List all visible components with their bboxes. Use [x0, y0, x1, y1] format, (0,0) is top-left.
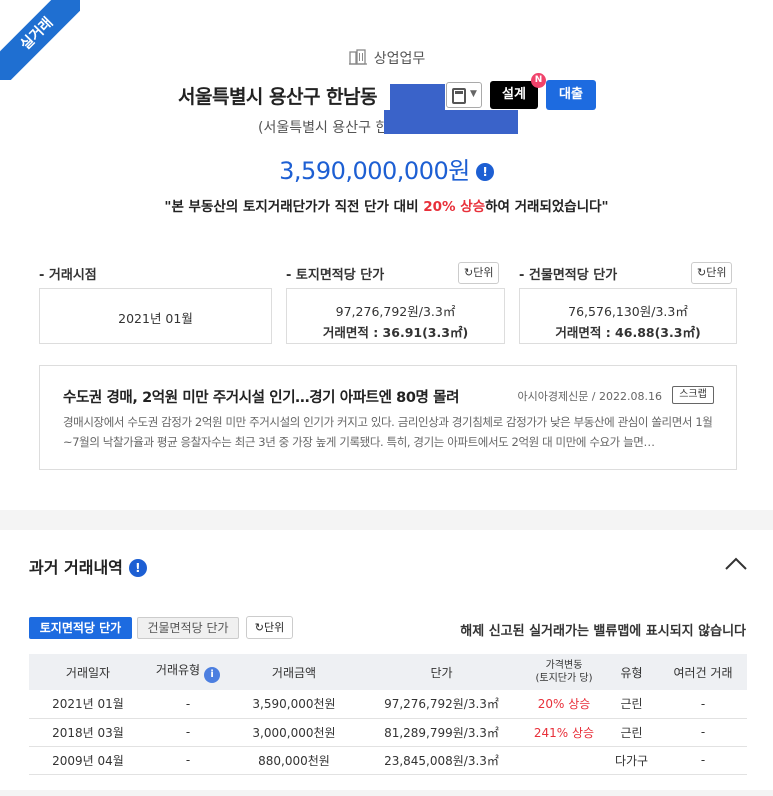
chevron-up-icon[interactable]: [724, 556, 748, 572]
trade-time-box: 2021년 01월: [39, 288, 272, 344]
category-text: 상업업무: [373, 51, 426, 67]
summary-post: 하여 거래되었습니다": [485, 199, 609, 215]
history-unit-button[interactable]: ↻단위: [246, 616, 293, 639]
table-row: 2018년 03월 - 3,000,000천원 81,289,799원/3.3㎡…: [29, 718, 747, 747]
real-trade-ribbon: 실거래: [0, 0, 80, 80]
category-label: 상업업무: [0, 48, 773, 68]
col-change: 가격변동 (토지단가 당): [524, 654, 604, 690]
trade-time-label: - 거래시점: [39, 268, 97, 283]
bld-trade-area: 거래면적 : 46.88(3.3㎡): [555, 325, 701, 340]
design-button[interactable]: 설계: [490, 81, 538, 109]
col-type: 거래유형 i: [147, 654, 229, 690]
new-badge: N: [531, 73, 546, 88]
cell-type: -: [147, 690, 229, 719]
cell-amount: 3,000,000천원: [229, 718, 359, 747]
trade-price: 3,590,000,000원!: [0, 151, 773, 186]
cancel-notice: 해제 신고된 실거래가는 밸류맵에 표시되지 않습니다: [460, 624, 746, 639]
land-unit-price: 97,276,792원/3.3㎡: [335, 304, 456, 319]
cell-change: [524, 746, 604, 775]
news-title[interactable]: 수도권 경매, 2억원 미만 주거시설 인기…경기 아파트엔 80명 몰려: [63, 386, 459, 407]
table-row: 2021년 01월 - 3,590,000천원 97,276,792원/3.3㎡…: [29, 690, 747, 719]
info-icon[interactable]: i: [204, 667, 221, 683]
cell-date: 2009년 04월: [29, 746, 147, 775]
cell-change: 241% 상승: [524, 718, 604, 747]
loan-button[interactable]: 대출: [546, 80, 596, 110]
col-amount: 거래금액: [229, 654, 359, 690]
news-card[interactable]: 수도권 경매, 2억원 미만 주거시설 인기…경기 아파트엔 80명 몰려 아시…: [39, 365, 737, 470]
land-unit-button[interactable]: ↻단위: [458, 262, 500, 284]
cell-unit: 97,276,792원/3.3㎡: [359, 690, 524, 719]
calculator-icon: [452, 88, 466, 104]
cell-kind: 다가구: [604, 746, 659, 775]
redaction-box: [390, 84, 445, 110]
cell-multi: -: [659, 718, 747, 747]
cell-unit: 23,845,008원/3.3㎡: [359, 746, 524, 775]
cell-unit: 81,289,799원/3.3㎡: [359, 718, 524, 747]
price-value: 3,590,000,000원: [279, 157, 470, 185]
bld-unit-box: 76,576,130원/3.3㎡ 거래면적 : 46.88(3.3㎡): [519, 288, 737, 344]
col-unit-price: 단가: [359, 654, 524, 690]
cell-kind: 근린: [604, 690, 659, 719]
trade-time-value: 2021년 01월: [118, 311, 193, 326]
cell-change: 20% 상승: [524, 690, 604, 719]
cell-amount: 3,590,000천원: [229, 690, 359, 719]
info-icon[interactable]: !: [475, 163, 494, 181]
cell-multi: -: [659, 690, 747, 719]
address-subtitle: (서울특별시 용산구 한: [258, 120, 389, 136]
trade-detail-panel: 실거래 상업업무 서울특별시 용산구 한남동 ▼ 설계 N 대출 (서울특별시 …: [0, 0, 773, 510]
cell-kind: 근린: [604, 718, 659, 747]
news-body: 경매시장에서 수도권 감정가 2억원 미만 주거시설의 인기가 커지고 있다. …: [63, 415, 713, 449]
land-unit-label: - 토지면적당 단가: [286, 268, 385, 283]
trade-history-panel: 과거 거래내역! 토지면적당 단가 건물면적당 단가 ↻단위 해제 신고된 실거…: [0, 530, 773, 790]
bld-unit-button[interactable]: ↻단위: [691, 262, 733, 284]
col-multi: 여러건 거래: [659, 654, 747, 690]
refresh-icon: ↻: [697, 266, 707, 279]
scrap-button[interactable]: 스크랩: [672, 386, 714, 404]
cell-type: -: [147, 746, 229, 775]
col-kind: 유형: [604, 654, 659, 690]
cell-multi: -: [659, 746, 747, 775]
bld-unit-label: - 건물면적당 단가: [519, 268, 618, 283]
cell-amount: 880,000천원: [229, 746, 359, 775]
caret-down-icon: ▼: [470, 89, 477, 99]
price-summary: "본 부동산의 토지거래단가가 직전 단가 대비 20% 상승하여 거래되었습니…: [0, 195, 773, 215]
cell-date: 2021년 01월: [29, 690, 147, 719]
tab-building-unit[interactable]: 건물면적당 단가: [137, 617, 239, 639]
ribbon-corner: 실거래: [0, 0, 80, 80]
address-row: 서울특별시 용산구 한남동: [178, 80, 378, 110]
table-header-row: 거래일자 거래유형 i 거래금액 단가 가격변동 (토지단가 당) 유형 여러건 거…: [29, 654, 747, 690]
redaction-box-2: [384, 110, 518, 134]
cell-type: -: [147, 718, 229, 747]
table-row: 2009년 04월 - 880,000천원 23,845,008원/3.3㎡ 다…: [29, 746, 747, 775]
info-icon[interactable]: !: [128, 559, 147, 577]
land-trade-area: 거래면적 : 36.91(3.3㎡): [322, 325, 469, 340]
summary-pre: "본 부동산의 토지거래단가가 직전 단가 대비: [164, 199, 424, 215]
refresh-icon: ↻: [254, 621, 264, 634]
address-title: 서울특별시 용산구 한남동: [178, 85, 378, 108]
cell-date: 2018년 03월: [29, 718, 147, 747]
news-source: 아시아경제신문 / 2022.08.16: [517, 390, 662, 403]
col-date: 거래일자: [29, 654, 147, 690]
land-unit-box: 97,276,792원/3.3㎡ 거래면적 : 36.91(3.3㎡): [286, 288, 505, 344]
summary-highlight: 20% 상승: [423, 199, 486, 215]
calculator-dropdown[interactable]: ▼: [446, 82, 482, 108]
tab-land-unit[interactable]: 토지면적당 단가: [29, 617, 132, 639]
bld-unit-price: 76,576,130원/3.3㎡: [568, 304, 688, 319]
history-table: 거래일자 거래유형 i 거래금액 단가 가격변동 (토지단가 당) 유형 여러건 거…: [29, 654, 747, 775]
history-title: 과거 거래내역!: [29, 554, 147, 578]
building-icon: [348, 49, 367, 65]
refresh-icon: ↻: [464, 266, 474, 279]
